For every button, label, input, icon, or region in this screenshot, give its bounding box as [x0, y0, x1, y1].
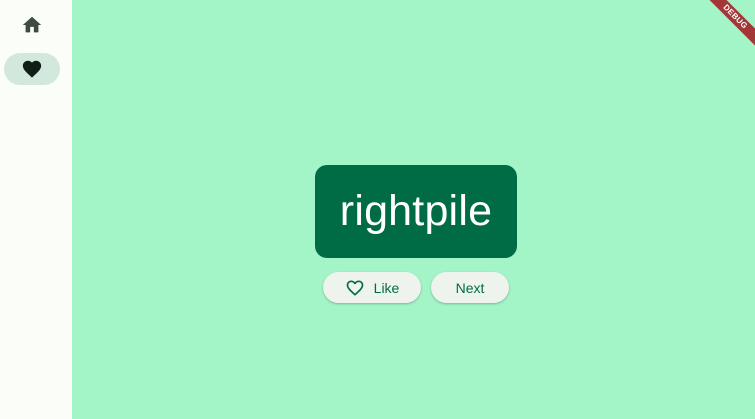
next-button-label: Next [455, 279, 485, 296]
debug-banner: DEBUG [695, 0, 755, 60]
nav-home-button[interactable] [4, 9, 60, 41]
nav-favorites-button[interactable] [4, 53, 60, 85]
like-button[interactable]: Like [323, 272, 421, 303]
heart-outline-icon [346, 280, 363, 296]
navigation-rail [0, 0, 72, 419]
main-content: rightpile Like Next DEBUG [72, 0, 755, 419]
debug-banner-label: DEBUG [701, 0, 755, 51]
app-window: rightpile Like Next DEBUG [0, 0, 755, 419]
word-pair-text: rightpile [339, 187, 493, 235]
like-button-label: Like [373, 279, 400, 296]
home-icon [22, 16, 42, 33]
heart-filled-icon [22, 60, 42, 78]
word-pair-card: rightpile [315, 165, 517, 258]
next-button[interactable]: Next [431, 272, 509, 303]
